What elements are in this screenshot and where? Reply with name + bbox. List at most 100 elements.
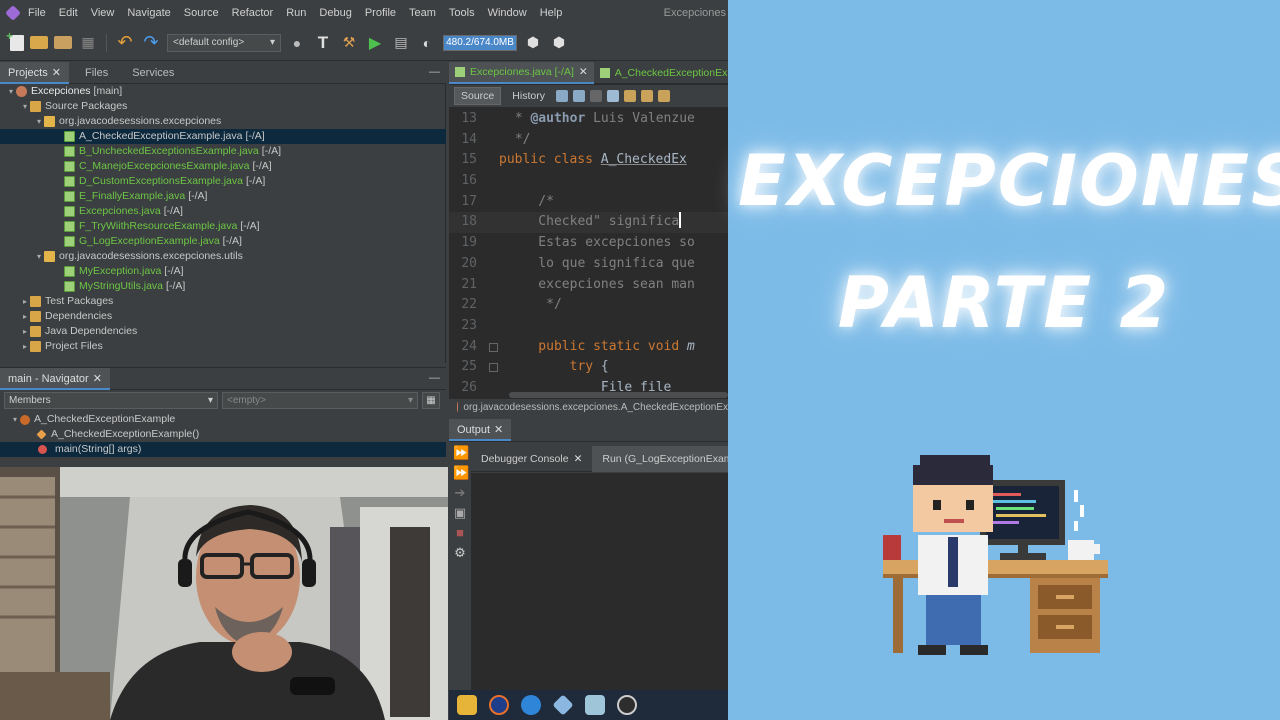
horizontal-scrollbar[interactable] [509,392,728,398]
debug-icon[interactable]: ▤ [391,33,411,53]
tree-node-java-dependencies[interactable]: ▸ Java Dependencies [0,324,446,339]
collapse-icon[interactable]: ▸ [20,339,30,354]
tree-file[interactable]: Excepciones.java [-/A] [0,204,446,219]
tree-file[interactable]: C_ManejoExcepcionesExample.java [-/A] [0,159,446,174]
run-icon[interactable]: ▶ [365,33,385,53]
nav-method-main[interactable]: main(String[] args) [0,442,446,457]
menu-source[interactable]: Source [184,7,219,19]
tree-node-source-packages[interactable]: ▾ Source Packages [0,99,446,114]
menu-profile[interactable]: Profile [365,7,396,19]
expand-icon[interactable]: ▾ [20,99,30,114]
redo-icon[interactable]: ↷ [141,32,161,53]
tab-services[interactable]: Services [124,62,182,84]
undo-icon[interactable]: ↶ [115,32,135,53]
save-all-icon[interactable]: ▦ [78,33,98,53]
tree-node-dependencies[interactable]: ▸ Dependencies [0,309,446,324]
config-select[interactable]: <default config> ▾ [167,33,281,52]
history-button[interactable]: History [506,88,551,104]
tab-excepciones-java[interactable]: Excepciones.java [-/A] ✕ [449,62,594,84]
forward-arrow-icon[interactable]: ➔ [453,486,467,500]
netbeans-icon[interactable] [552,694,574,716]
new-file-icon[interactable] [6,29,24,51]
settings-icon[interactable]: ⚙ [453,546,467,560]
close-icon[interactable]: ✕ [52,67,61,79]
menu-tools[interactable]: Tools [449,7,475,19]
tab-run-console[interactable]: Run (G_LogExceptionExample [592,445,728,472]
tree-file-selected[interactable]: A_CheckedExceptionExample.java [-/A] [0,129,446,144]
tree-file[interactable]: G_LogExceptionExample.java [-/A] [0,234,446,249]
expand-icon[interactable]: ▾ [34,114,44,129]
navigator-options-icon[interactable]: ▦ [422,392,440,409]
tree-file[interactable]: D_CustomExceptionsExample.java [-/A] [0,174,446,189]
breadcrumb[interactable]: org.javacodesessions.excepciones.A_Check… [449,399,728,415]
tree-node-test-packages[interactable]: ▸ Test Packages [0,294,446,309]
menu-view[interactable]: View [91,7,115,19]
profile-icon[interactable]: ◐ [417,33,437,53]
find-icon[interactable] [606,90,619,102]
members-select[interactable]: Members ▾ [4,392,218,409]
tree-node-project-files[interactable]: ▸ Project Files [0,339,446,354]
tree-file[interactable]: MyStringUtils.java [-/A] [0,279,446,294]
menu-team[interactable]: Team [409,7,436,19]
tree-node-package[interactable]: ▾ org.javacodesessions.excepciones [0,114,446,129]
console-output[interactable] [471,473,728,690]
gc-alt-icon[interactable]: ⬢ [549,33,569,53]
rerun-icon[interactable]: ⏩ [453,446,469,460]
find-next-icon[interactable] [640,90,653,102]
menu-run[interactable]: Run [286,7,306,19]
forward-icon[interactable] [589,90,602,102]
tree-node-package-utils[interactable]: ▾ org.javacodesessions.excepciones.utils [0,249,446,264]
collapse-icon[interactable]: ▸ [20,309,30,324]
menu-debug[interactable]: Debug [319,7,351,19]
tree-node-project[interactable]: ▾ Excepciones [main] [0,84,446,99]
tree-file[interactable]: F_TryWiithResourceExample.java [-/A] [0,219,446,234]
close-icon[interactable]: ✕ [93,373,102,385]
tab-debugger-console[interactable]: Debugger Console ✕ [471,446,592,472]
nav-class[interactable]: ▾ A_CheckedExceptionExample [0,412,446,427]
fold-icon[interactable] [489,363,498,373]
build-hammer-icon[interactable]: T [313,33,333,53]
rerun-with-params-icon[interactable]: ⏩ [453,466,469,480]
menu-navigate[interactable]: Navigate [127,7,170,19]
fold-icon[interactable] [489,342,498,352]
minimize-icon[interactable]: — [429,66,440,78]
back-icon[interactable] [572,90,585,102]
tab-files[interactable]: Files [77,62,116,84]
menu-help[interactable]: Help [540,7,563,19]
notes-app-icon[interactable] [585,695,605,715]
nav-constructor[interactable]: A_CheckedExceptionExample() [0,427,446,442]
tree-file[interactable]: B_UncheckedExceptionsExample.java [-/A] [0,144,446,159]
globe-icon[interactable]: ● [287,33,307,53]
menu-file[interactable]: File [28,7,46,19]
browser-icon[interactable] [521,695,541,715]
collapse-icon[interactable]: ▸ [20,294,30,309]
headphones-app-icon[interactable] [489,695,509,715]
tab-a-checked[interactable]: A_CheckedExceptionExam [594,62,728,84]
code-area[interactable]: 13 * @author Luis Valenzue 14 */ 15 publi… [449,109,728,392]
memory-indicator[interactable]: 480.2/674.0MB [443,34,517,51]
file-explorer-icon[interactable] [457,695,477,715]
open-project-icon[interactable] [54,36,72,49]
clean-build-icon[interactable]: ⚒ [339,33,359,53]
menu-refactor[interactable]: Refactor [232,7,274,19]
last-edit-icon[interactable] [555,90,568,102]
close-icon[interactable]: ✕ [574,453,583,465]
tab-output[interactable]: Output ✕ [449,418,512,441]
menu-window[interactable]: Window [488,7,527,19]
debug-icon[interactable]: ▣ [453,506,467,520]
tree-file[interactable]: E_FinallyExample.java [-/A] [0,189,446,204]
toggle-highlight-icon[interactable] [657,90,670,102]
find-prev-icon[interactable] [623,90,636,102]
collapse-icon[interactable]: ▸ [20,324,30,339]
close-icon[interactable]: ✕ [579,61,588,83]
source-button[interactable]: Source [454,87,502,105]
expand-icon[interactable]: ▾ [10,412,20,427]
tree-file[interactable]: MyException.java [-/A] [0,264,446,279]
new-project-icon[interactable] [30,36,48,49]
minimize-icon[interactable]: — [429,372,440,384]
stop-icon[interactable]: ■ [453,526,467,540]
expand-icon[interactable]: ▾ [34,249,44,264]
menu-edit[interactable]: Edit [59,7,78,19]
close-icon[interactable]: ✕ [494,424,503,436]
gc-icon[interactable]: ⬢ [523,33,543,53]
